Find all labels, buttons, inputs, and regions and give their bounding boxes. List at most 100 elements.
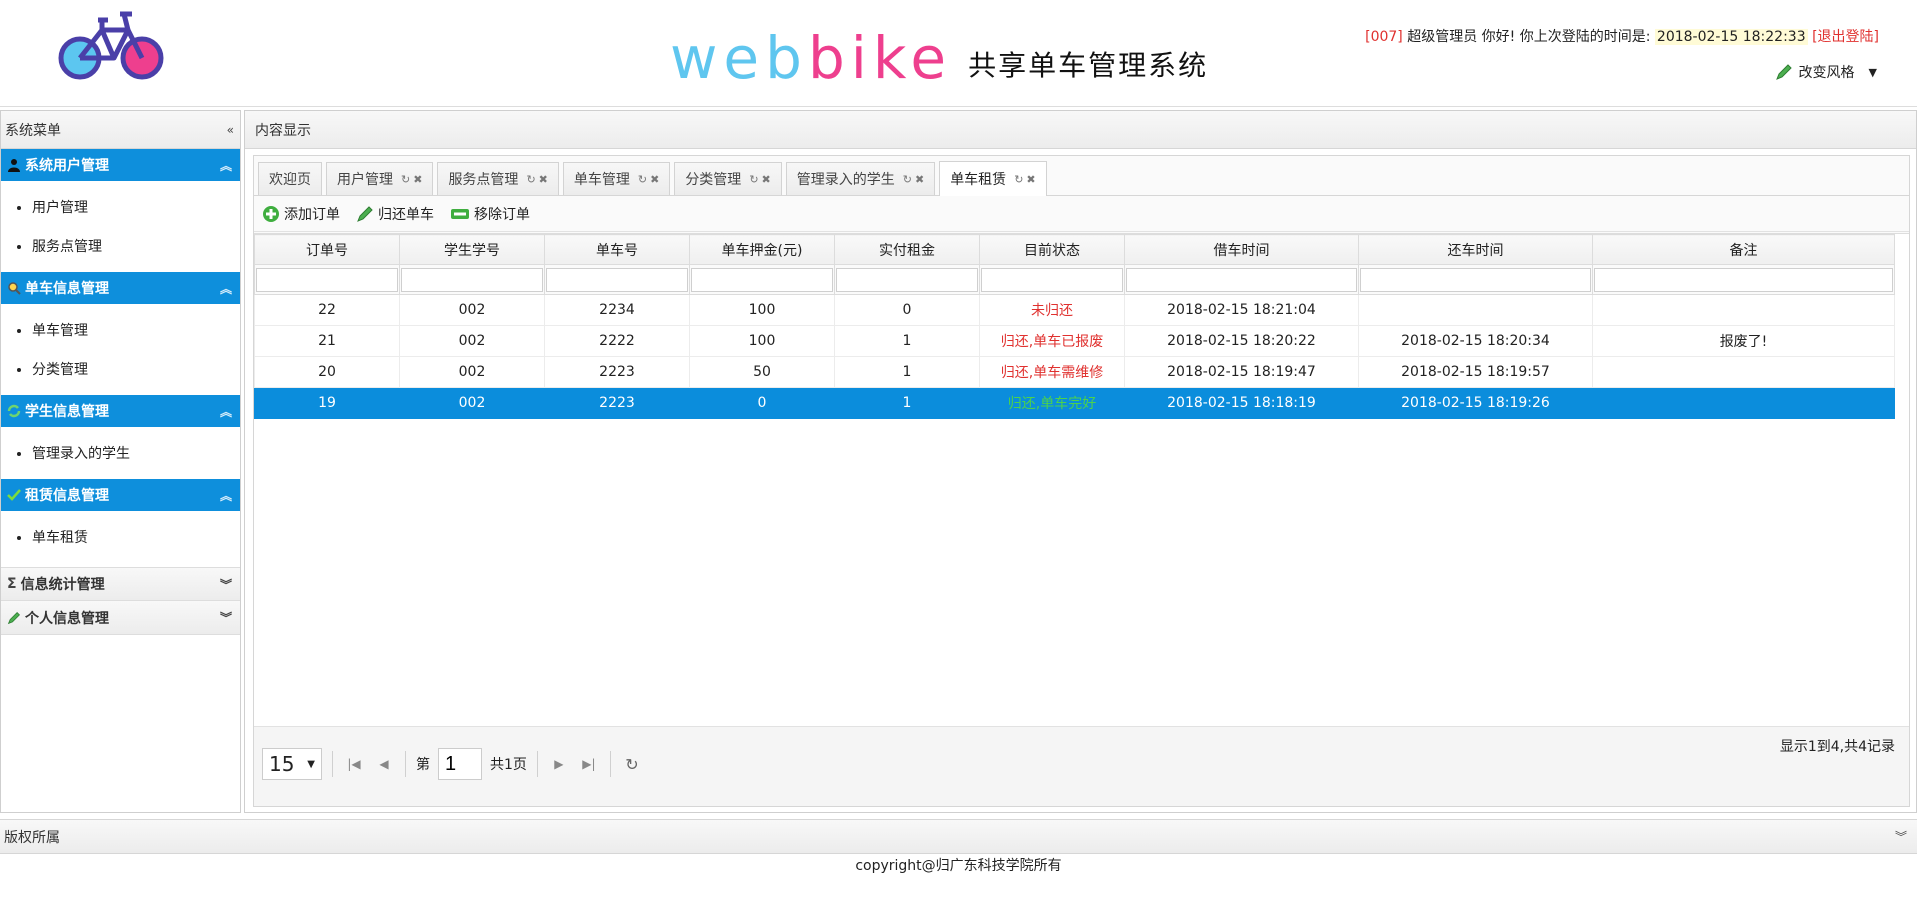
expand-down-icon[interactable]: ︾: [220, 609, 232, 626]
user-role: 超级管理员: [1407, 29, 1478, 45]
status-cell: 未归还: [979, 294, 1125, 326]
column-header[interactable]: 目前状态: [979, 234, 1125, 265]
filter-input[interactable]: [1126, 267, 1357, 292]
filter-input[interactable]: [546, 267, 688, 292]
filter-input[interactable]: [836, 267, 978, 292]
grid-toolbar: 添加订单 归还单车 移除订单: [254, 196, 1909, 232]
reload-icon[interactable]: ↻: [749, 173, 758, 186]
reload-icon[interactable]: ↻: [903, 173, 912, 186]
bicycle-logo-icon: [58, 11, 164, 80]
menu-group-student-info[interactable]: 学生信息管理 ︽: [1, 395, 240, 427]
column-header[interactable]: 还车时间: [1358, 234, 1593, 265]
first-page-icon[interactable]: |◀: [343, 753, 365, 775]
tab-bike-rental[interactable]: 单车租赁 ↻ ✖: [939, 161, 1047, 196]
content-title-bar: 内容显示: [245, 111, 1916, 149]
close-icon[interactable]: ✖: [762, 173, 771, 186]
menu-item-student-management[interactable]: 管理录入的学生: [32, 443, 240, 463]
column-header[interactable]: 单车号: [544, 234, 690, 265]
table-cell: 2018-02-15 18:20:22: [1124, 325, 1359, 357]
menu-item-bike-rental[interactable]: 单车租赁: [32, 527, 240, 547]
menu-item-user-management[interactable]: 用户管理: [32, 197, 240, 217]
column-header[interactable]: 实付租金: [834, 234, 980, 265]
table-row[interactable]: 20 002 2223 50 1 归还,单车需维修 2018-02-15 18:…: [254, 356, 1895, 388]
sidebar-title-bar: 系统菜单 «: [1, 111, 240, 149]
sigma-icon: Σ: [7, 576, 17, 592]
add-order-button[interactable]: 添加订单: [262, 204, 340, 224]
filter-input[interactable]: [981, 267, 1123, 292]
filter-input[interactable]: [256, 267, 398, 292]
tab-label: 用户管理: [337, 172, 393, 188]
menu-group-system-users[interactable]: 系统用户管理 ︽: [1, 149, 240, 181]
last-page-icon[interactable]: ▶|: [578, 753, 600, 775]
refresh-icon[interactable]: ↻: [621, 753, 643, 775]
tab-label: 单车租赁: [950, 172, 1007, 188]
column-header[interactable]: 学生学号: [399, 234, 545, 265]
remove-order-button[interactable]: 移除订单: [450, 204, 530, 224]
separator: [405, 751, 406, 777]
table-row[interactable]: 22 002 2234 100 0 未归还 2018-02-15 18:21:0…: [254, 294, 1895, 326]
filter-input[interactable]: [1594, 267, 1893, 292]
status-cell: 归还,单车需维修: [979, 356, 1125, 388]
collapse-left-icon[interactable]: «: [227, 123, 234, 137]
close-icon[interactable]: ✖: [650, 173, 659, 186]
table-cell: 2018-02-15 18:21:04: [1124, 294, 1359, 326]
filter-input[interactable]: [1360, 267, 1591, 292]
expand-down-icon[interactable]: ︾: [1895, 828, 1907, 845]
menu-group-statistics[interactable]: Σ 信息统计管理 ︾: [1, 567, 240, 601]
menu-group-rental-info[interactable]: 租赁信息管理 ︽: [1, 479, 240, 511]
tab-welcome[interactable]: 欢迎页: [258, 162, 322, 195]
menu-item-category-management[interactable]: 分类管理: [32, 359, 240, 379]
collapse-up-icon[interactable]: ︽: [220, 403, 232, 420]
last-login-time: 2018-02-15 18:22:33: [1654, 29, 1808, 45]
column-header[interactable]: 备注: [1592, 234, 1895, 265]
brand-title: webbike 共享单车管理系统: [670, 28, 1208, 88]
close-icon[interactable]: ✖: [1026, 173, 1035, 186]
tab-user-management[interactable]: 用户管理 ↻ ✖: [326, 162, 434, 195]
close-icon[interactable]: ✖: [915, 173, 924, 186]
table-row-selected[interactable]: 19 002 2223 0 1 归还,单车完好 2018-02-15 18:18…: [254, 387, 1895, 419]
content-panel: 内容显示 欢迎页 用户管理 ↻ ✖ 服务点管理 ↻ ✖ 单车管理 ↻ ✖ 分类管理 ↻ ✖ 管理…: [244, 110, 1917, 813]
table-row[interactable]: 21 002 2222 100 1 归还,单车已报废 2018-02-15 18…: [254, 325, 1895, 357]
filter-input[interactable]: [401, 267, 543, 292]
collapse-up-icon[interactable]: ︽: [220, 487, 232, 504]
column-header[interactable]: 单车押金(元): [689, 234, 835, 265]
menu-group-personal-info[interactable]: 个人信息管理 ︾: [1, 601, 240, 635]
page-size-select[interactable]: 15 ▼: [262, 748, 322, 780]
column-header[interactable]: 借车时间: [1124, 234, 1359, 265]
reload-icon[interactable]: ↻: [526, 173, 535, 186]
menu-item-service-point[interactable]: 服务点管理: [32, 236, 240, 256]
filter-cell: [979, 264, 1125, 295]
reload-icon[interactable]: ↻: [638, 173, 647, 186]
close-icon[interactable]: ✖: [413, 173, 422, 186]
table-cell: 报废了!: [1592, 325, 1895, 357]
collapse-up-icon[interactable]: ︽: [220, 280, 232, 297]
expand-down-icon[interactable]: ︾: [220, 576, 232, 593]
filter-input[interactable]: [691, 267, 833, 292]
return-bike-button[interactable]: 归还单车: [356, 204, 434, 224]
prev-page-icon[interactable]: ◀: [373, 753, 395, 775]
tab-label: 管理录入的学生: [796, 172, 895, 188]
table-cell: 2018-02-15 18:19:26: [1358, 387, 1593, 419]
reload-icon[interactable]: ↻: [1014, 173, 1023, 186]
menu-item-bike-management[interactable]: 单车管理: [32, 320, 240, 340]
table-cell: 2018-02-15 18:18:19: [1124, 387, 1359, 419]
search-icon: [8, 282, 21, 295]
column-header[interactable]: 订单号: [254, 234, 400, 265]
reload-icon[interactable]: ↻: [401, 173, 410, 186]
close-icon[interactable]: ✖: [539, 173, 548, 186]
remove-icon: [451, 208, 469, 219]
menu-group-bike-info[interactable]: 单车信息管理 ︽: [1, 272, 240, 304]
tab-container: 欢迎页 用户管理 ↻ ✖ 服务点管理 ↻ ✖ 单车管理 ↻ ✖ 分类管理 ↻ ✖ 管理录入的学生…: [253, 155, 1910, 807]
filter-cell: [544, 264, 690, 295]
tab-service-point[interactable]: 服务点管理 ↻ ✖: [437, 162, 559, 195]
logout-link[interactable]: [退出登陆]: [1812, 29, 1879, 45]
sidebar-title: 系统菜单: [5, 122, 61, 139]
tab-category-management[interactable]: 分类管理 ↻ ✖: [674, 162, 782, 195]
record-summary: 显示1到4,共4记录: [1779, 739, 1895, 755]
change-skin-button[interactable]: 改变风格 ▼: [1775, 62, 1877, 82]
next-page-icon[interactable]: ▶: [548, 753, 570, 775]
tab-student-management[interactable]: 管理录入的学生 ↻ ✖: [785, 162, 936, 195]
page-number-input[interactable]: [438, 748, 482, 780]
collapse-up-icon[interactable]: ︽: [220, 157, 232, 174]
tab-bike-management[interactable]: 单车管理 ↻ ✖: [562, 162, 671, 195]
